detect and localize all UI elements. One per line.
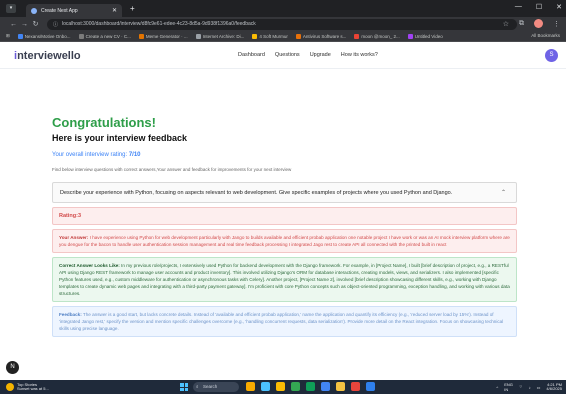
tab-title: Create Next App <box>41 7 78 14</box>
user-avatar[interactable]: S <box>545 49 558 62</box>
file-explorer-icon[interactable] <box>276 382 285 391</box>
question-collapsible[interactable]: Describe your experience with Python, fo… <box>52 182 517 203</box>
bookmarks-bar: ⊞ Nexans/Motive Onbo... Create a new CV … <box>0 31 566 42</box>
battery-icon[interactable]: ▭ <box>537 385 541 390</box>
bookmark-item[interactable]: Antivirus Software s... <box>295 33 346 39</box>
page-subtitle: Here is your interview feedback <box>52 133 188 143</box>
app-header: interviewello Dashboard Questions Upgrad… <box>0 43 566 69</box>
task-view-icon[interactable] <box>261 382 270 391</box>
weather-icon <box>6 383 14 391</box>
bookmark-item[interactable]: Internet Archive: Di... <box>195 33 244 39</box>
your-answer-text: I have experience using Python for web d… <box>59 235 510 247</box>
overall-rating: Your overall interview rating: 7/10 <box>52 152 141 158</box>
close-window-icon[interactable]: ✕ <box>556 3 562 11</box>
profile-icon[interactable] <box>534 19 543 28</box>
clock[interactable]: 4:21 PM 4/6/2025 <box>546 382 562 392</box>
bookmark-item[interactable]: Create a new CV · C... <box>78 33 131 39</box>
url-text: localhost:3000/dashboard/interview/d8fc9… <box>62 21 256 27</box>
correct-answer-label: Correct Answer Looks Like: <box>59 263 120 268</box>
wifi-icon[interactable]: ⌔ <box>519 384 523 390</box>
question-rating-value: 3 <box>77 213 82 219</box>
bookmark-item[interactable]: Meme Generator · ... <box>138 33 188 39</box>
store-icon[interactable] <box>321 382 330 391</box>
back-icon[interactable]: ← <box>8 21 19 28</box>
browser-toolbar: ← → ↻ ⓘ localhost:3000/dashboard/intervi… <box>0 17 566 31</box>
tray-chevron-icon[interactable]: ^ <box>496 385 498 390</box>
new-tab-icon[interactable]: + <box>130 4 135 13</box>
tab-search-icon[interactable]: ▾ <box>6 4 16 13</box>
taskbar-search[interactable]: ⌕ Search <box>193 382 239 392</box>
expand-collapse-icon[interactable]: ⌃ <box>501 189 506 196</box>
instructions-text: Find below interview questions with corr… <box>52 167 292 172</box>
windows-start-icon[interactable] <box>180 383 188 391</box>
question-rating-box: Rating:3 <box>52 207 517 225</box>
weather-widget[interactable]: Top Stories Sunset was at 5... <box>6 382 49 392</box>
feedback-text: The answer is a good start, but lacks co… <box>59 312 504 331</box>
correct-answer-box: Correct Answer Looks Like: In my previou… <box>52 257 517 302</box>
nav-how-it-works[interactable]: How its works? <box>341 52 378 58</box>
nav-upgrade[interactable]: Upgrade <box>310 52 331 58</box>
menu-icon[interactable]: ⋮ <box>553 20 560 28</box>
widgets-icon[interactable] <box>246 382 255 391</box>
folder-icon[interactable] <box>336 382 345 391</box>
forward-icon[interactable]: → <box>19 21 30 28</box>
nav-dashboard[interactable]: Dashboard <box>238 52 265 58</box>
language-indicator[interactable]: ENG IN <box>504 382 513 392</box>
chrome-icon[interactable] <box>291 382 300 391</box>
vscode-icon[interactable] <box>366 382 375 391</box>
bookmark-item[interactable]: Nexans/Motive Onbo... <box>17 33 71 39</box>
feedback-label: Feedback: <box>59 312 82 317</box>
your-answer-box: Your Answer: I have experience using Pyt… <box>52 229 517 253</box>
volume-icon[interactable]: ♪ <box>529 385 531 390</box>
search-icon: ⌕ <box>196 384 199 389</box>
app-icon[interactable] <box>351 382 360 391</box>
all-bookmarks[interactable]: All Bookmarks <box>531 33 560 38</box>
browser-tab[interactable]: Create Next App ✕ <box>26 4 122 17</box>
address-bar[interactable]: ⓘ localhost:3000/dashboard/interview/d8f… <box>47 18 517 30</box>
nextjs-dev-indicator-icon[interactable]: N <box>6 361 19 374</box>
feedback-box: Feedback: The answer is a good start, bu… <box>52 306 517 337</box>
extensions-icon[interactable]: ⧉ <box>519 20 524 28</box>
feedback-content: Congratulations! Here is your interview … <box>52 73 517 337</box>
maximize-icon[interactable]: ☐ <box>536 3 542 11</box>
browser-tab-strip: ▾ Create Next App ✕ + — ☐ ✕ <box>0 0 566 17</box>
question-text: Describe your experience with Python, fo… <box>60 189 453 196</box>
tab-favicon-icon <box>31 7 37 14</box>
tab-close-icon[interactable]: ✕ <box>112 7 117 14</box>
overall-rating-value: 7/10 <box>128 152 141 158</box>
site-info-icon[interactable]: ⓘ <box>53 21 58 28</box>
bookmark-item[interactable]: moon @moon_ 2... <box>354 33 400 39</box>
apps-icon[interactable]: ⊞ <box>6 33 10 39</box>
bookmark-item[interactable]: 4 Soft Murmur <box>252 33 288 39</box>
os-taskbar: Top Stories Sunset was at 5... ⌕ Search ^… <box>0 380 566 394</box>
minimize-icon[interactable]: — <box>515 3 522 11</box>
nav-questions[interactable]: Questions <box>275 52 300 58</box>
edge-icon[interactable] <box>306 382 315 391</box>
app-logo[interactable]: interviewello <box>14 50 81 62</box>
your-answer-label: Your Answer: <box>59 235 89 240</box>
reload-icon[interactable]: ↻ <box>30 20 41 28</box>
bookmark-star-icon[interactable]: ☆ <box>503 20 509 28</box>
page-viewport: interviewello Dashboard Questions Upgrad… <box>0 43 566 380</box>
correct-answer-text: In my previous role/projects, I extensiv… <box>59 263 510 296</box>
page-title: Congratulations! <box>52 115 156 130</box>
bookmark-item[interactable]: Untitled Video <box>407 33 443 39</box>
